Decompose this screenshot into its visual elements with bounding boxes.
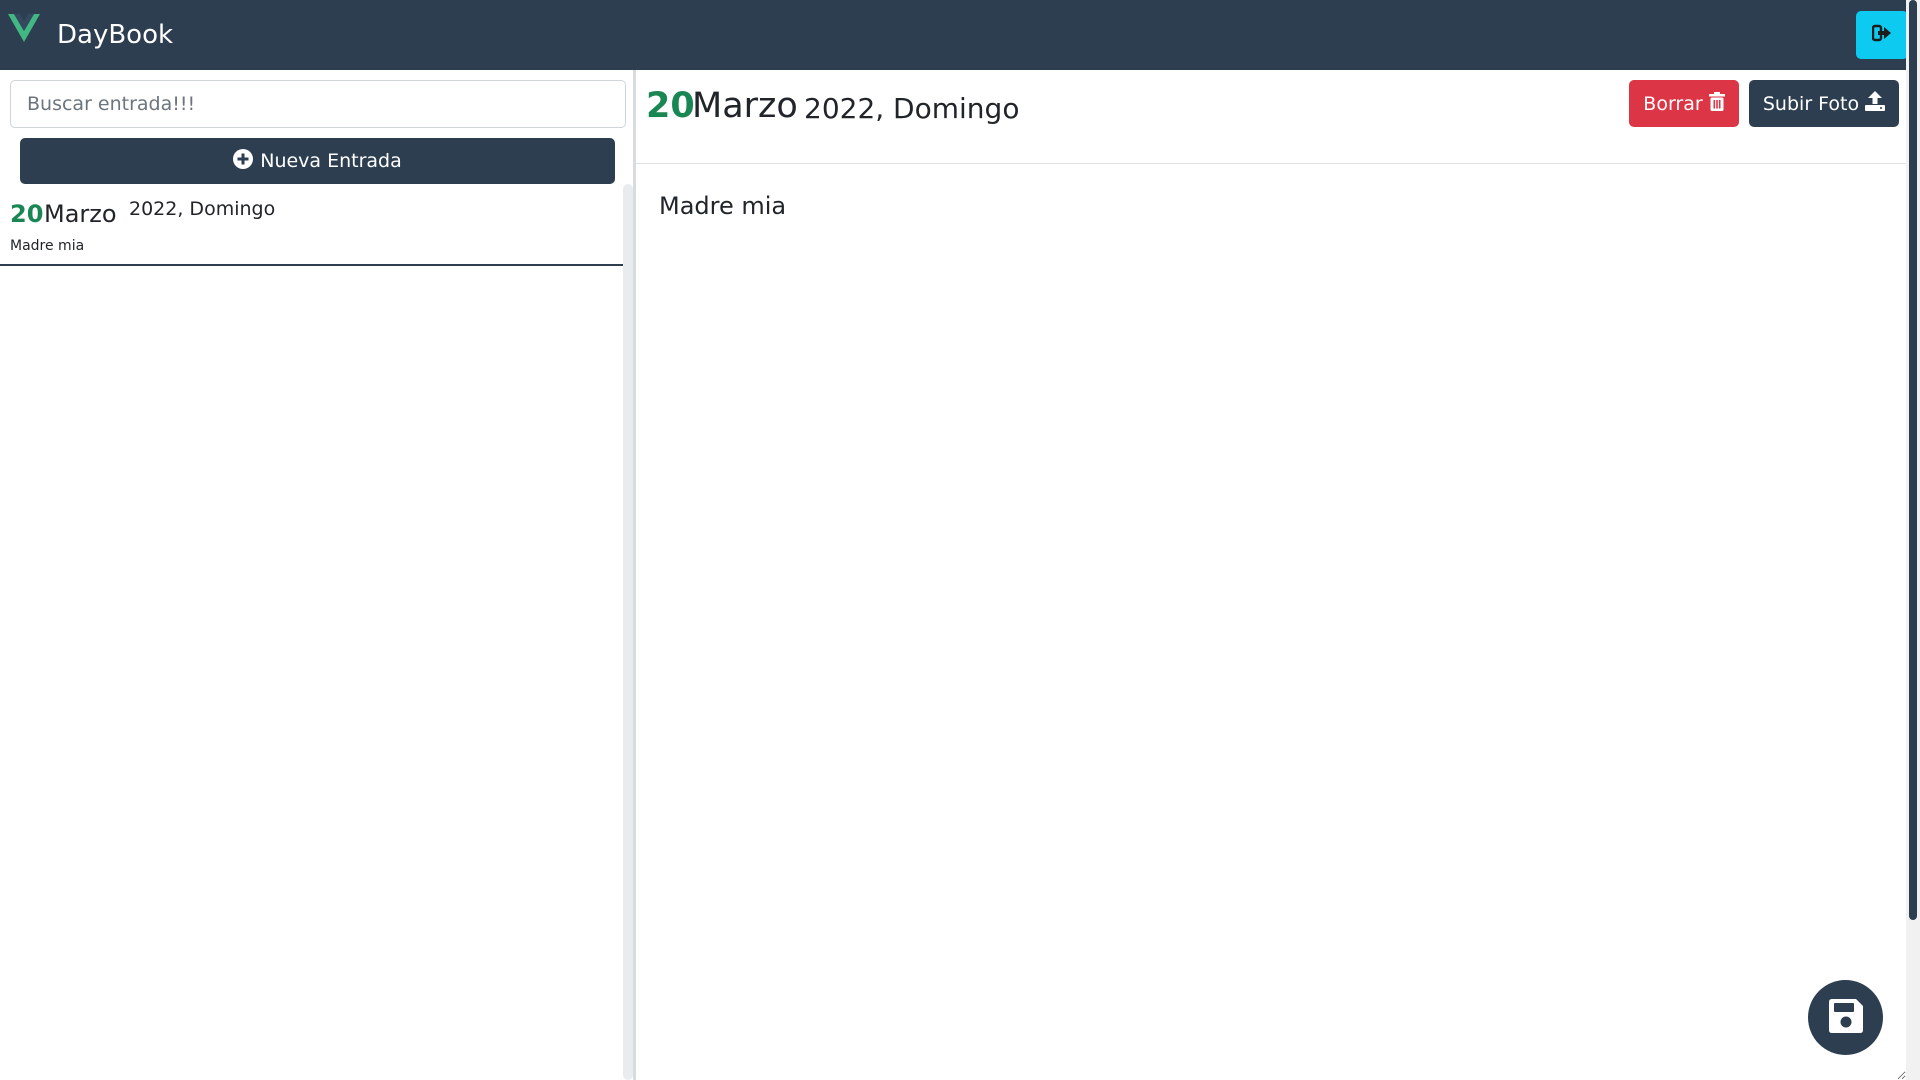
top-navbar: DayBook [0, 0, 1920, 70]
entry-view: 20 Marzo 2022, Domingo Borrar Subir Foto [636, 70, 1906, 1080]
save-button[interactable] [1808, 980, 1883, 1055]
entry-list-item[interactable]: 20 Marzo 2022, Domingo Madre mia [0, 194, 624, 266]
entry-month: Marzo [44, 200, 117, 228]
logout-button[interactable] [1856, 11, 1908, 59]
entry-view-month: Marzo [692, 86, 798, 126]
page-scrollbar[interactable] [1906, 0, 1920, 1080]
upload-photo-label: Subir Foto [1762, 92, 1860, 115]
vue-logo-icon [8, 14, 40, 42]
delete-button[interactable]: Borrar [1629, 80, 1739, 127]
entry-year-weekday: 2022, Domingo [129, 198, 276, 220]
app-title: DayBook [57, 20, 174, 50]
search-input[interactable] [10, 80, 626, 128]
new-entry-label: Nueva Entrada [260, 150, 402, 172]
new-entry-button[interactable]: Nueva Entrada [20, 138, 615, 184]
entry-header: 20 Marzo 2022, Domingo Borrar Subir Foto [636, 70, 1906, 164]
entry-preview-text: Madre mia [10, 238, 85, 254]
entry-sidebar: Nueva Entrada 20 Marzo 2022, Domingo Mad… [0, 70, 636, 1080]
upload-photo-button[interactable]: Subir Foto [1749, 80, 1899, 127]
entry-view-year-weekday: 2022, Domingo [804, 92, 1020, 125]
logout-icon [1871, 24, 1892, 46]
entry-view-day: 20 [646, 86, 695, 126]
entry-text-area[interactable]: Madre mia [636, 165, 1906, 1080]
save-icon [1828, 998, 1864, 1038]
delete-label: Borrar [1643, 92, 1703, 115]
trash-icon [1708, 91, 1725, 116]
upload-icon [1865, 91, 1886, 116]
entry-day: 20 [10, 200, 44, 228]
plus-circle-icon [233, 148, 254, 174]
sidebar-scrollbar[interactable] [623, 184, 633, 1080]
page-scrollbar-thumb[interactable] [1909, 0, 1917, 920]
